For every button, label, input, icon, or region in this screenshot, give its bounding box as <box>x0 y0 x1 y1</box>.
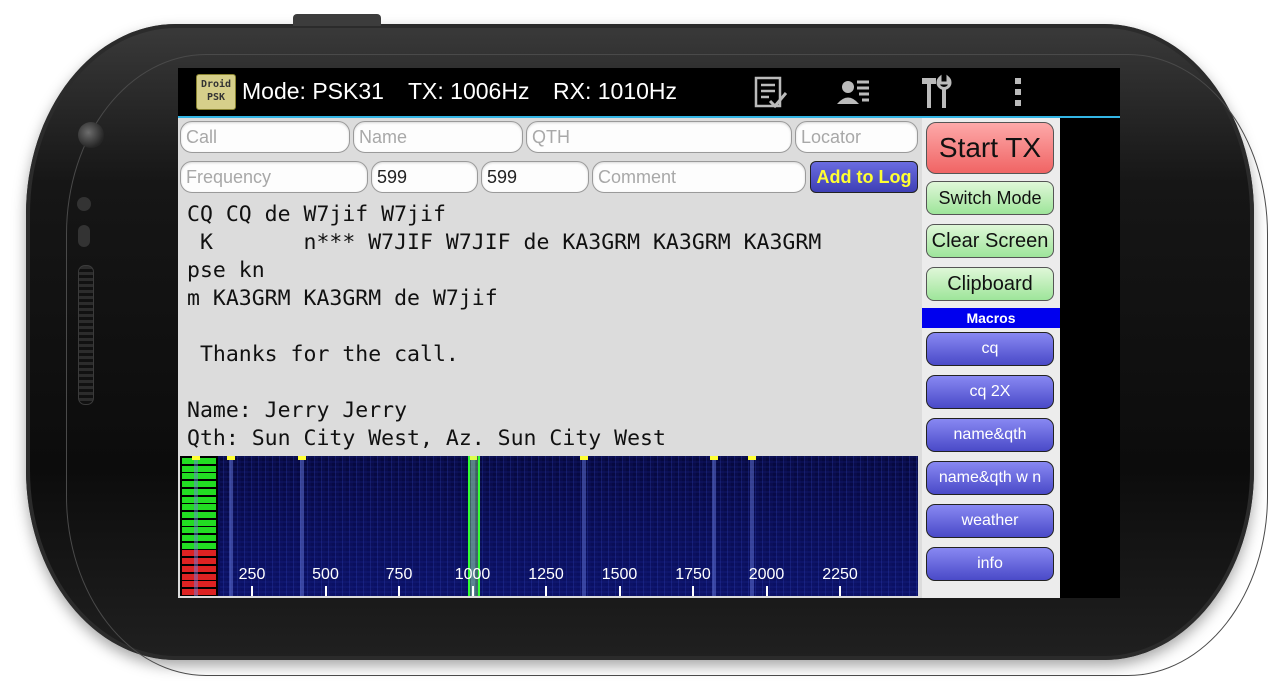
app-logo-line1: Droid <box>200 79 232 90</box>
waterfall-tick <box>618 586 621 596</box>
waterfall-tick-label: 250 <box>238 566 266 583</box>
clipboard-button[interactable]: Clipboard <box>926 267 1054 301</box>
waterfall-signal-trace <box>711 456 716 596</box>
level-meter-segment <box>182 558 216 565</box>
rx-text-line: pse kn <box>187 258 265 283</box>
overflow-menu-icon[interactable] <box>998 74 1038 110</box>
level-meter-segment <box>182 588 216 595</box>
rx-text-line <box>187 313 913 341</box>
switch-mode-button[interactable]: Switch Mode <box>926 181 1054 215</box>
action-bar: Droid PSK Mode: PSK31 TX: 1006Hz RX: 101… <box>178 68 1120 116</box>
proximity-sensor <box>77 197 91 211</box>
waterfall-signal-trace <box>582 456 587 596</box>
light-sensor <box>78 225 90 247</box>
level-meter-segment <box>182 504 216 511</box>
power-button <box>293 14 381 26</box>
waterfall-tick <box>251 586 253 596</box>
rx-text-line: m KA3GRM KA3GRM de W7jif <box>187 286 498 311</box>
macro-button-cq-2x[interactable]: cq 2X <box>926 375 1054 409</box>
macro-button-name-qth[interactable]: name&qth <box>926 418 1054 452</box>
frequency-input[interactable] <box>180 161 368 193</box>
waterfall-signal-trace <box>299 456 304 596</box>
call-input[interactable] <box>180 121 350 153</box>
waterfall-tick <box>324 586 327 596</box>
log-checklist-icon[interactable] <box>750 74 790 110</box>
waterfall-tick <box>545 586 547 596</box>
level-meter-segment <box>182 481 216 488</box>
level-meter-segment <box>182 550 216 557</box>
qth-input[interactable] <box>526 121 792 153</box>
waterfall-tick <box>692 586 694 596</box>
level-meter-segment <box>182 511 216 518</box>
app-logo[interactable]: Droid PSK <box>196 74 236 110</box>
waterfall-signal-marker <box>227 456 236 460</box>
rx-text-line: CQ CQ de W7jif W7jif <box>187 202 446 227</box>
level-meter-segment <box>182 542 216 549</box>
waterfall-signal-marker <box>709 456 718 460</box>
waterfall-signal-trace <box>194 456 199 596</box>
rst-received-input[interactable] <box>481 161 589 193</box>
macro-button-cq[interactable]: cq <box>926 332 1054 366</box>
waterfall-tick-label: 1750 <box>675 566 711 583</box>
level-meter-segment <box>182 581 216 588</box>
contact-card-icon[interactable] <box>833 74 873 110</box>
waterfall-tick-label: 2250 <box>822 566 858 583</box>
receive-text-area[interactable]: CQ CQ de W7jif W7jif K n*** W7JIF W7JIF … <box>178 198 922 452</box>
waterfall-tick-label: 1000 <box>454 566 491 583</box>
waterfall-display[interactable]: 250 500 750 1000 1250 1500 1750 2000 2250 <box>180 456 918 596</box>
front-camera <box>78 122 104 148</box>
rx-frequency-label: RX: 1010Hz <box>553 78 678 104</box>
level-meter-segment <box>182 519 216 526</box>
waterfall-tick <box>839 586 841 596</box>
waterfall-tick-label: 500 <box>312 566 339 583</box>
waterfall-tick <box>471 586 474 596</box>
level-meter-segment <box>182 496 216 503</box>
control-panel: Start TX Switch Mode Clear Screen Clipbo… <box>922 118 1120 598</box>
signal-level-meter <box>180 456 218 596</box>
level-meter-segment <box>182 573 216 580</box>
level-meter-segment <box>182 488 216 495</box>
comment-input[interactable] <box>592 161 806 193</box>
waterfall-signal-marker <box>297 456 306 460</box>
rx-text-line: Name: Jerry Jerry <box>187 398 408 423</box>
macro-button-name-qth-w-n[interactable]: name&qth w n <box>926 461 1054 495</box>
waterfall-signal-trace <box>229 456 234 596</box>
waterfall-tick <box>765 586 768 596</box>
screen-edge <box>1060 118 1120 598</box>
speaker-grille <box>78 265 94 405</box>
waterfall-tick <box>398 586 400 596</box>
waterfall-signal-marker <box>580 456 589 460</box>
rst-sent-input[interactable] <box>371 161 478 193</box>
rx-text-line <box>187 369 913 397</box>
rx-text-line: Thanks for the call. <box>187 342 459 367</box>
level-meter-segment <box>182 535 216 541</box>
waterfall-signal-marker <box>192 456 201 460</box>
waterfall-tick-label: 750 <box>385 566 413 583</box>
start-tx-button[interactable]: Start TX <box>926 122 1054 174</box>
locator-input[interactable] <box>795 121 918 153</box>
add-to-log-button[interactable]: Add to Log <box>810 161 918 193</box>
rx-text-line: Qth: Sun City West, Az. Sun City West <box>187 426 666 451</box>
macro-button-info[interactable]: info <box>926 547 1054 581</box>
waterfall-tick-label: 1500 <box>601 566 638 583</box>
waterfall-signal-marker <box>747 456 756 460</box>
app-logo-line2: PSK <box>206 92 226 103</box>
rx-text-line: K n*** W7JIF W7JIF de KA3GRM KA3GRM KA3G… <box>187 230 822 255</box>
level-meter-segment <box>182 473 216 480</box>
name-input[interactable] <box>353 121 523 153</box>
level-meter-segment <box>182 565 216 572</box>
tools-icon[interactable] <box>915 74 955 110</box>
tx-frequency-label: TX: 1006Hz <box>408 78 530 104</box>
level-meter-segment <box>182 527 216 534</box>
mode-label: Mode: PSK31 <box>242 78 384 104</box>
waterfall-tick-label: 1250 <box>528 566 564 583</box>
clear-screen-button[interactable]: Clear Screen <box>926 224 1054 258</box>
main-content: Add to Log CQ CQ de W7jif W7jif K n*** W… <box>178 118 922 598</box>
macros-heading: Macros <box>922 308 1060 328</box>
level-meter-segment <box>182 465 216 472</box>
waterfall-tick-label: 2000 <box>748 566 785 583</box>
app-screen: Droid PSK Mode: PSK31 TX: 1006Hz RX: 101… <box>178 68 1120 598</box>
macro-button-weather[interactable]: weather <box>926 504 1054 538</box>
